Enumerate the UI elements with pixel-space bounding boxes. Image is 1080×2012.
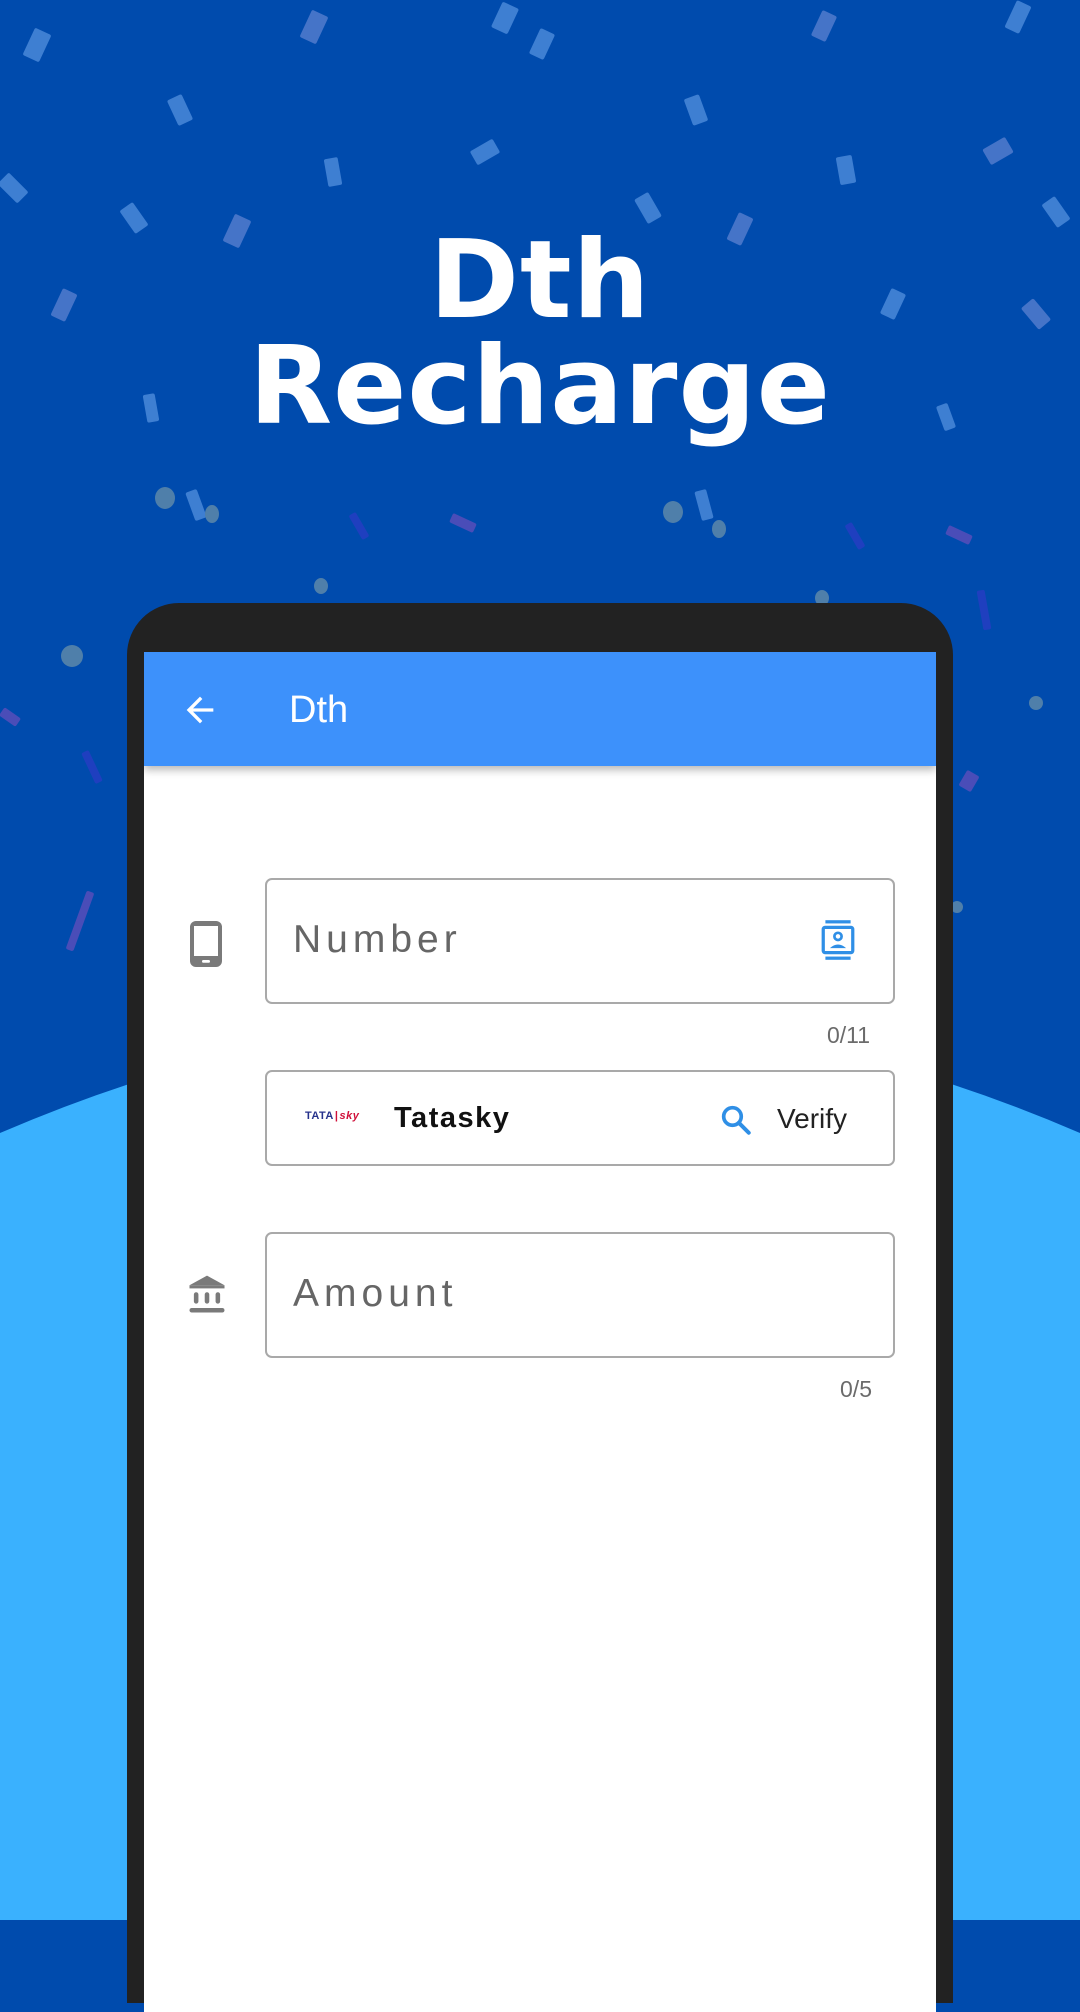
logo-text-tata: TATA bbox=[305, 1110, 334, 1122]
confetti-dot bbox=[314, 578, 328, 594]
confetti-dot bbox=[155, 487, 175, 509]
contacts-icon bbox=[821, 920, 855, 960]
number-input[interactable]: Number bbox=[265, 878, 895, 1004]
app-bar: Dth bbox=[144, 652, 936, 766]
confetti-dot bbox=[663, 501, 683, 523]
confetti-dot bbox=[205, 505, 219, 523]
amount-input-label: Amount bbox=[293, 1272, 458, 1315]
search-icon bbox=[721, 1105, 751, 1135]
back-button[interactable] bbox=[180, 690, 220, 730]
confetti-dot bbox=[1029, 696, 1043, 710]
logo-divider: | bbox=[334, 1110, 339, 1122]
number-input-label: Number bbox=[293, 918, 462, 961]
phone-screen: Dth Number 0/11 TATA|sky Tatasky Verify … bbox=[144, 652, 936, 2012]
confetti-dot bbox=[712, 520, 726, 538]
confetti-dot bbox=[61, 645, 83, 667]
phone-frame: Dth Number 0/11 TATA|sky Tatasky Verify … bbox=[127, 603, 953, 2012]
hero-title-line1: Dth bbox=[429, 218, 651, 343]
verify-label: Verify bbox=[777, 1103, 848, 1134]
tatasky-logo: TATA|sky bbox=[305, 1110, 359, 1122]
logo-text-sky: sky bbox=[339, 1110, 360, 1122]
amount-counter: 0/5 bbox=[840, 1376, 872, 1402]
amount-input[interactable]: Amount bbox=[265, 1232, 895, 1358]
arrow-left-icon bbox=[186, 696, 214, 724]
number-counter: 0/11 bbox=[826, 1022, 870, 1048]
hero-title-line2: Recharge bbox=[248, 324, 831, 449]
hero-title: Dth Recharge bbox=[0, 218, 1080, 449]
app-bar-title: Dth bbox=[289, 689, 349, 731]
operator-name: Tatasky bbox=[394, 1102, 511, 1134]
bank-icon bbox=[186, 1272, 228, 1321]
contacts-button[interactable] bbox=[820, 920, 860, 962]
operator-selector[interactable]: TATA|sky Tatasky Verify bbox=[265, 1070, 895, 1166]
smartphone-icon bbox=[188, 920, 224, 973]
